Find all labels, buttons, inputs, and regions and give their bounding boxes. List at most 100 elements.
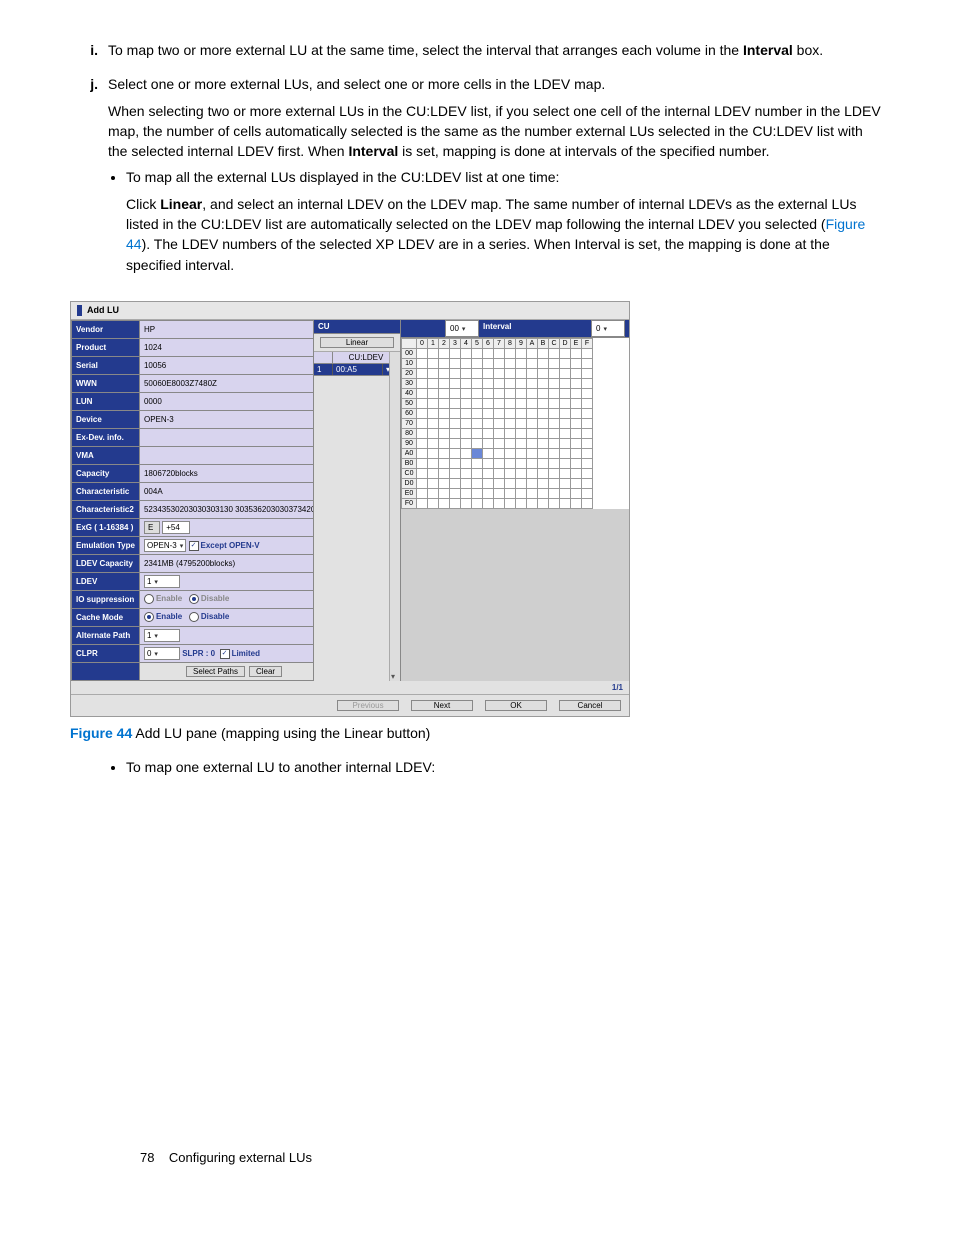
io-disable-radio[interactable] xyxy=(189,594,199,604)
grid-cell[interactable] xyxy=(549,368,560,378)
grid-cell[interactable] xyxy=(472,438,483,448)
grid-cell[interactable] xyxy=(549,358,560,368)
grid-cell[interactable] xyxy=(527,488,538,498)
grid-cell[interactable] xyxy=(483,358,494,368)
cache-enable-radio[interactable] xyxy=(144,612,154,622)
grid-cell[interactable] xyxy=(538,358,549,368)
grid-cell[interactable] xyxy=(582,348,593,358)
grid-cell[interactable] xyxy=(439,448,450,458)
grid-cell[interactable] xyxy=(582,418,593,428)
grid-cell[interactable] xyxy=(571,398,582,408)
grid-cell[interactable] xyxy=(461,498,472,508)
grid-cell[interactable] xyxy=(417,398,428,408)
grid-cell[interactable] xyxy=(417,458,428,468)
grid-cell[interactable] xyxy=(494,418,505,428)
emutype-select[interactable]: OPEN-3 xyxy=(144,539,186,552)
grid-cell[interactable] xyxy=(472,378,483,388)
grid-cell[interactable] xyxy=(505,478,516,488)
grid-cell[interactable] xyxy=(483,408,494,418)
grid-cell[interactable] xyxy=(472,418,483,428)
grid-cell[interactable] xyxy=(428,428,439,438)
grid-cell[interactable] xyxy=(461,468,472,478)
grid-cell[interactable] xyxy=(527,388,538,398)
exg-input[interactable]: +54 xyxy=(162,521,190,534)
grid-cell[interactable] xyxy=(461,388,472,398)
grid-cell[interactable] xyxy=(560,478,571,488)
grid-cell[interactable] xyxy=(516,448,527,458)
grid-cell[interactable] xyxy=(505,458,516,468)
select-paths-button[interactable]: Select Paths xyxy=(186,666,245,677)
grid-cell[interactable] xyxy=(505,348,516,358)
limited-checkbox[interactable]: ✓ xyxy=(220,649,230,659)
grid-cell[interactable] xyxy=(527,398,538,408)
grid-cell[interactable] xyxy=(494,478,505,488)
ldev-map-grid[interactable]: 0123456789ABCDEF00102030405060708090A0B0… xyxy=(401,338,593,509)
grid-cell[interactable] xyxy=(450,408,461,418)
grid-cell[interactable] xyxy=(571,448,582,458)
grid-cell[interactable] xyxy=(538,438,549,448)
grid-cell[interactable] xyxy=(538,448,549,458)
grid-cell[interactable] xyxy=(483,478,494,488)
grid-cell[interactable] xyxy=(516,388,527,398)
grid-cell[interactable] xyxy=(461,478,472,488)
interval-select[interactable]: 0 xyxy=(591,320,625,337)
grid-cell[interactable] xyxy=(571,358,582,368)
grid-cell[interactable] xyxy=(439,378,450,388)
grid-cell[interactable] xyxy=(527,468,538,478)
grid-cell[interactable] xyxy=(417,368,428,378)
grid-cell[interactable] xyxy=(472,448,483,458)
grid-cell[interactable] xyxy=(538,498,549,508)
grid-cell[interactable] xyxy=(527,368,538,378)
grid-cell[interactable] xyxy=(516,418,527,428)
grid-cell[interactable] xyxy=(472,498,483,508)
grid-cell[interactable] xyxy=(439,428,450,438)
grid-cell[interactable] xyxy=(571,438,582,448)
grid-cell[interactable] xyxy=(428,368,439,378)
grid-cell[interactable] xyxy=(560,398,571,408)
grid-cell[interactable] xyxy=(549,458,560,468)
grid-cell[interactable] xyxy=(439,408,450,418)
ok-button[interactable]: OK xyxy=(485,700,547,711)
grid-cell[interactable] xyxy=(439,418,450,428)
grid-cell[interactable] xyxy=(571,388,582,398)
grid-cell[interactable] xyxy=(527,498,538,508)
grid-cell[interactable] xyxy=(494,488,505,498)
scrollbar[interactable] xyxy=(389,352,400,681)
grid-cell[interactable] xyxy=(450,378,461,388)
grid-cell[interactable] xyxy=(494,388,505,398)
grid-cell[interactable] xyxy=(450,358,461,368)
grid-cell[interactable] xyxy=(450,388,461,398)
grid-cell[interactable] xyxy=(571,428,582,438)
grid-cell[interactable] xyxy=(417,478,428,488)
grid-cell[interactable] xyxy=(483,418,494,428)
grid-cell[interactable] xyxy=(450,458,461,468)
grid-cell[interactable] xyxy=(516,458,527,468)
grid-cell[interactable] xyxy=(461,418,472,428)
grid-cell[interactable] xyxy=(494,438,505,448)
grid-cell[interactable] xyxy=(428,348,439,358)
grid-cell[interactable] xyxy=(483,378,494,388)
grid-cell[interactable] xyxy=(450,438,461,448)
grid-cell[interactable] xyxy=(417,408,428,418)
grid-cell[interactable] xyxy=(505,488,516,498)
grid-cell[interactable] xyxy=(483,488,494,498)
grid-cell[interactable] xyxy=(461,428,472,438)
grid-cell[interactable] xyxy=(516,478,527,488)
grid-cell[interactable] xyxy=(560,458,571,468)
grid-cell[interactable] xyxy=(505,368,516,378)
grid-cell[interactable] xyxy=(571,408,582,418)
grid-cell[interactable] xyxy=(483,468,494,478)
grid-cell[interactable] xyxy=(560,448,571,458)
grid-cell[interactable] xyxy=(428,458,439,468)
grid-cell[interactable] xyxy=(472,388,483,398)
grid-cell[interactable] xyxy=(450,418,461,428)
grid-cell[interactable] xyxy=(571,468,582,478)
grid-cell[interactable] xyxy=(494,498,505,508)
grid-cell[interactable] xyxy=(494,408,505,418)
grid-cell[interactable] xyxy=(461,448,472,458)
grid-cell[interactable] xyxy=(560,468,571,478)
grid-cell[interactable] xyxy=(483,348,494,358)
grid-cell[interactable] xyxy=(439,368,450,378)
grid-cell[interactable] xyxy=(516,368,527,378)
grid-cell[interactable] xyxy=(560,348,571,358)
